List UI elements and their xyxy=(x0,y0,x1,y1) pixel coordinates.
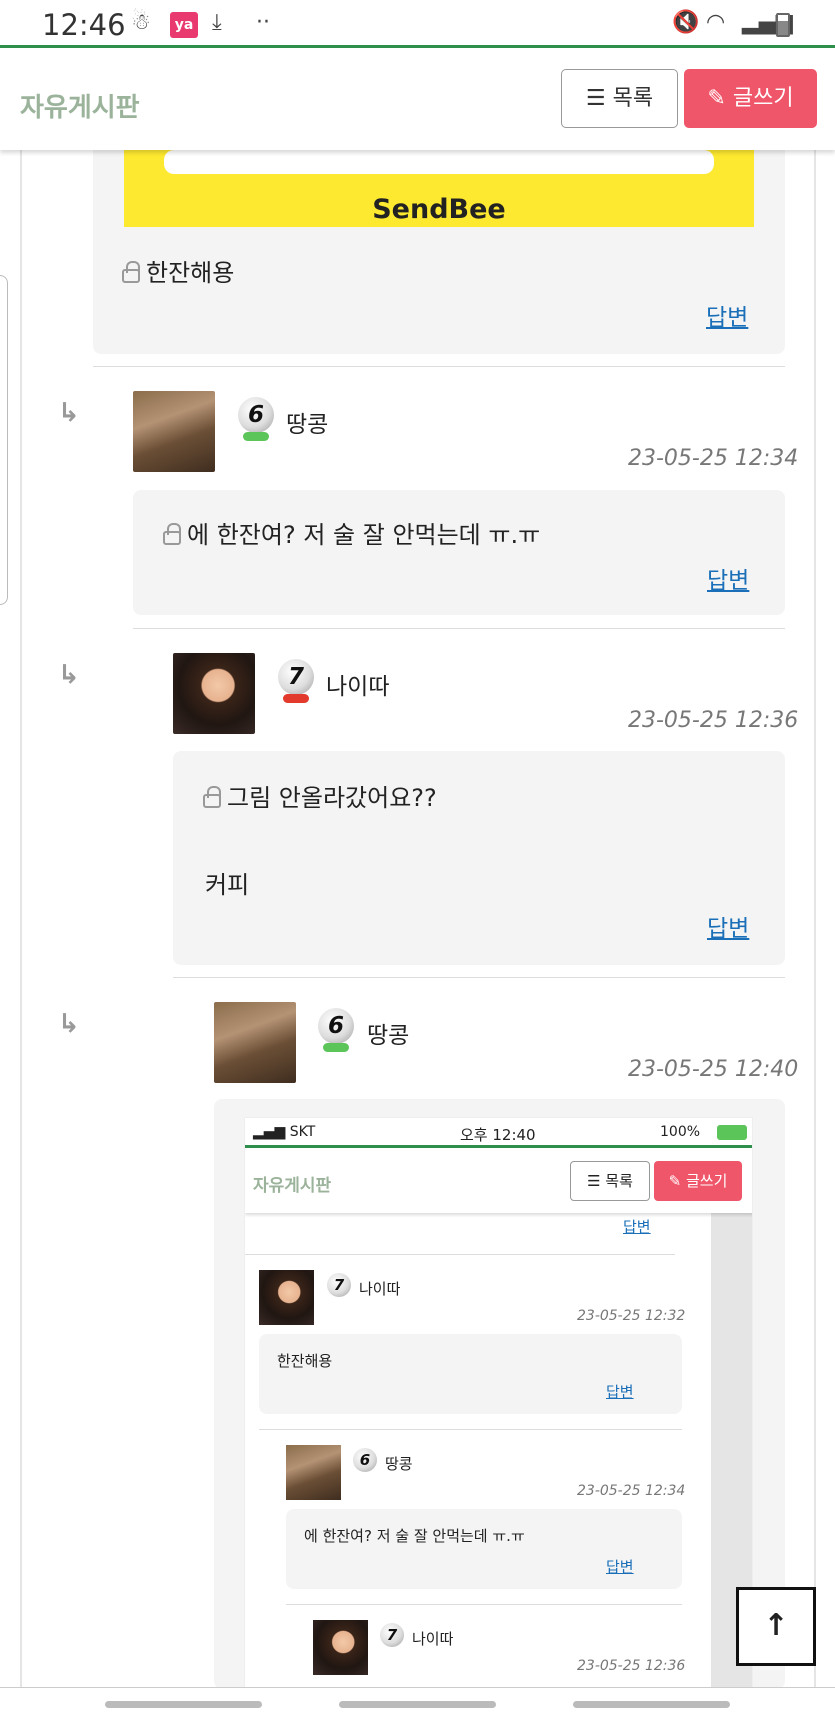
pencil-icon: ✎ xyxy=(707,86,726,111)
level-badge: 6 xyxy=(318,1008,354,1044)
level-badge: 7 xyxy=(278,659,314,695)
ss-time: 오후 12:40 xyxy=(460,1126,536,1144)
ss-title: 자유게시판 xyxy=(253,1176,332,1196)
system-nav-bar xyxy=(0,1687,835,1717)
ss-battery: 100% xyxy=(660,1124,701,1140)
notification-icon: ☃ xyxy=(131,10,151,35)
comment-text: 그림 안올라갔어요?? xyxy=(227,784,437,812)
level-badge-decoration xyxy=(283,694,309,703)
nickname[interactable]: 땅콩 xyxy=(286,405,328,439)
ss-avatar xyxy=(286,1445,341,1500)
lock-icon xyxy=(122,261,140,283)
nav-home-button[interactable] xyxy=(339,1701,496,1708)
divider xyxy=(133,628,785,629)
battery-icon xyxy=(776,13,790,37)
list-icon: ☰ xyxy=(585,86,606,111)
nickname[interactable]: 나이따 xyxy=(326,667,389,701)
content-border-left xyxy=(20,150,22,1690)
ss-status-bar: ▂▄▆ SKT 오후 12:40 100% xyxy=(245,1118,752,1148)
reply-link[interactable]: 답변 xyxy=(707,909,749,943)
ss-avatar xyxy=(313,1620,368,1675)
status-time: 12:46 xyxy=(42,8,126,42)
list-button[interactable]: ☰ 목록 xyxy=(561,69,678,128)
content-border-right xyxy=(814,150,816,1690)
ss-comment-box: 에 한잔여? 저 술 잘 안먹는데 ㅠ.ㅠ 답변 xyxy=(286,1509,682,1589)
avatar[interactable] xyxy=(173,653,255,734)
sendbee-logo: SendBee xyxy=(372,194,506,225)
ss-nickname: 나이따 xyxy=(412,1630,454,1648)
ss-comment-text: 에 한잔여? 저 술 잘 안먹는데 ㅠ.ㅠ xyxy=(304,1527,525,1545)
divider xyxy=(93,366,785,367)
arrow-up-icon: ↑ xyxy=(763,1608,789,1643)
scroll-top-button[interactable]: ↑ xyxy=(736,1587,816,1666)
ss-carrier: ▂▄▆ SKT xyxy=(253,1124,316,1140)
ss-nickname: 나이따 xyxy=(359,1280,401,1298)
level-badge: 6 xyxy=(238,397,274,433)
level-badge-decoration xyxy=(323,1043,349,1052)
attached-screenshot-image: ▂▄▆ SKT 오후 12:40 100% 자유게시판 ☰ 목록 ✎ 글쓰기 답… xyxy=(244,1117,753,1689)
ss-reply-link: 답변 xyxy=(606,1558,634,1576)
level-badge-decoration xyxy=(243,432,269,441)
ss-reply-link: 답변 xyxy=(623,1218,651,1236)
ss-divider xyxy=(245,1254,675,1255)
comment-box: 그림 안올라갔어요?? 커피 답변 xyxy=(173,751,785,965)
nav-recent-button[interactable] xyxy=(105,1701,262,1708)
more-dots: ·· xyxy=(256,10,270,35)
page-title: 자유게시판 xyxy=(20,93,140,123)
banner-input-shape xyxy=(164,150,714,174)
ss-avatar xyxy=(259,1270,314,1325)
board-header: 자유게시판 ☰ 목록 ✎ 글쓰기 xyxy=(0,51,835,150)
side-drawer-handle[interactable] xyxy=(0,275,8,605)
avatar[interactable] xyxy=(214,1002,296,1083)
sendbee-banner-image: SendBee xyxy=(124,150,754,227)
ss-nickname: 땅콩 xyxy=(385,1455,413,1473)
reply-arrow-icon: ↳ xyxy=(58,1009,80,1039)
avatar[interactable] xyxy=(133,391,215,472)
lock-icon xyxy=(203,786,221,808)
nav-back-button[interactable] xyxy=(573,1701,730,1708)
ss-battery-icon xyxy=(717,1125,747,1140)
app-badge: ya xyxy=(170,12,198,38)
mute-icon: 🔇 xyxy=(672,10,700,35)
ss-level-badge: 6 xyxy=(353,1448,377,1472)
ss-comment-text: 한잔해용 xyxy=(277,1352,333,1370)
lock-icon xyxy=(163,523,181,545)
status-bar: 12:46 ☃ ya ⤓ ·· 🔇 ◠ ▂▄▆ xyxy=(0,0,835,48)
download-icon: ⤓ xyxy=(212,10,222,35)
list-button-label: 목록 xyxy=(612,86,654,111)
comment-text-row: 그림 안올라갔어요?? xyxy=(203,778,437,813)
ss-comment-box: 한잔해용 답변 xyxy=(259,1334,682,1414)
comment-text: 한잔해용 xyxy=(146,259,235,287)
reply-link[interactable]: 답변 xyxy=(706,298,748,332)
ss-reply-link: 답변 xyxy=(606,1383,634,1401)
ss-divider xyxy=(259,1429,682,1430)
ss-date: 23-05-25 12:36 xyxy=(577,1658,686,1674)
divider xyxy=(173,977,785,978)
comment-date: 23-05-25 12:34 xyxy=(628,446,799,471)
comment-text-row: 한잔해용 xyxy=(122,253,234,288)
comment-box: ▂▄▆ SKT 오후 12:40 100% 자유게시판 ☰ 목록 ✎ 글쓰기 답… xyxy=(214,1099,785,1689)
nickname[interactable]: 땅콩 xyxy=(367,1016,409,1050)
ss-list-button: ☰ 목록 xyxy=(570,1161,650,1201)
ss-header: 자유게시판 ☰ 목록 ✎ 글쓰기 xyxy=(245,1151,752,1213)
comment-date: 23-05-25 12:40 xyxy=(628,1057,799,1082)
comment-box: SendBee 한잔해용 답변 xyxy=(93,130,785,354)
comment-date: 23-05-25 12:36 xyxy=(628,708,799,733)
ss-divider xyxy=(286,1604,682,1605)
ss-level-badge: 7 xyxy=(327,1273,351,1297)
comment-box: 에 한잔여? 저 술 잘 안먹는데 ㅠ.ㅠ 답변 xyxy=(133,490,785,615)
reply-link[interactable]: 답변 xyxy=(707,561,749,595)
ss-write-button: ✎ 글쓰기 xyxy=(654,1161,742,1201)
wifi-icon: ◠ xyxy=(706,10,726,35)
ss-date: 23-05-25 12:34 xyxy=(577,1483,686,1499)
comment-text: 커피 xyxy=(205,871,250,899)
comment-text-row: 에 한잔여? 저 술 잘 안먹는데 ㅠ.ㅠ xyxy=(163,515,540,550)
write-button-label: 글쓰기 xyxy=(732,86,794,111)
reply-arrow-icon: ↳ xyxy=(58,398,80,428)
ss-date: 23-05-25 12:32 xyxy=(577,1308,686,1324)
reply-arrow-icon: ↳ xyxy=(58,660,80,690)
ss-level-badge: 7 xyxy=(380,1623,404,1647)
write-button[interactable]: ✎ 글쓰기 xyxy=(684,69,817,128)
comment-text: 에 한잔여? 저 술 잘 안먹는데 ㅠ.ㅠ xyxy=(187,521,541,549)
